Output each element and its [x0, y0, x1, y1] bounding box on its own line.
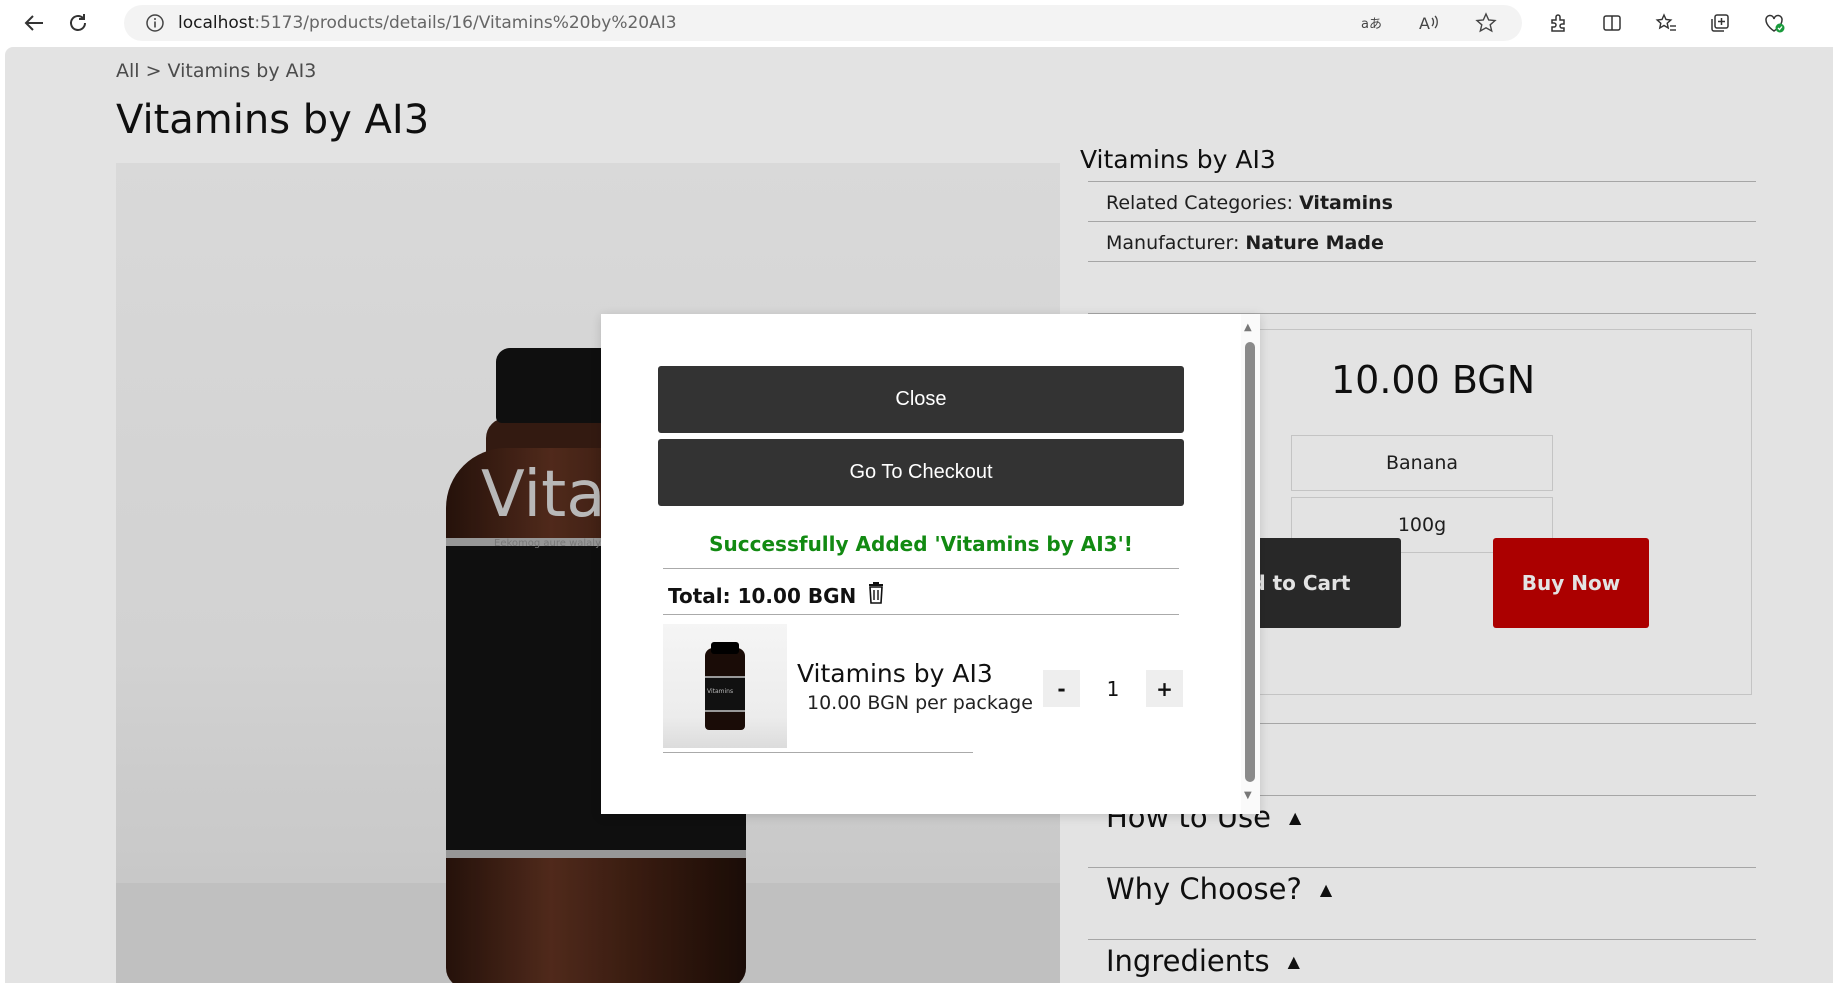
- quantity-increase-button[interactable]: +: [1146, 670, 1183, 707]
- cart-total: Total: 10.00 BGN: [668, 582, 886, 609]
- url-path: :5173/products/details/16/Vitamins%20by%…: [254, 13, 677, 33]
- browser-essentials-icon[interactable]: [1756, 5, 1792, 41]
- thumb-jar-text: Vitamins: [707, 688, 734, 695]
- divider: [663, 614, 1179, 615]
- back-arrow-icon: [24, 15, 43, 31]
- url-host: localhost: [178, 13, 255, 33]
- quantity-value[interactable]: 1: [1080, 670, 1146, 707]
- refresh-icon: [70, 14, 86, 31]
- scrollbar-thumb[interactable]: [1245, 342, 1255, 782]
- thumb-jar-lid: [711, 642, 739, 654]
- favorites-icon[interactable]: [1648, 5, 1684, 41]
- divider: [663, 752, 973, 753]
- collections-icon[interactable]: [1702, 5, 1738, 41]
- favorite-star-icon[interactable]: [1468, 5, 1504, 41]
- go-to-checkout-button[interactable]: Go To Checkout: [658, 439, 1184, 506]
- trash-icon[interactable]: [866, 582, 886, 609]
- quantity-decrease-button[interactable]: -: [1043, 670, 1080, 707]
- success-message: Successfully Added 'Vitamins by AI3'!: [709, 532, 1133, 556]
- extensions-icon[interactable]: [1540, 5, 1576, 41]
- total-label: Total: 10.00 BGN: [668, 583, 857, 608]
- info-icon[interactable]: [144, 12, 166, 34]
- cart-modal: Close Go To Checkout Successfully Added …: [601, 314, 1260, 814]
- svg-text:aあ: aあ: [1361, 17, 1381, 32]
- cart-item-price: 10.00 BGN per package: [807, 692, 1033, 714]
- scroll-up-icon[interactable]: ▲: [1244, 322, 1252, 333]
- address-bar[interactable]: localhost:5173/products/details/16/Vitam…: [124, 5, 1522, 41]
- svg-text:A: A: [1419, 14, 1430, 33]
- close-button[interactable]: Close: [658, 366, 1184, 433]
- split-screen-icon[interactable]: [1594, 5, 1630, 41]
- read-aloud-icon[interactable]: A: [1410, 5, 1446, 41]
- cart-item-thumbnail: Vitamins: [663, 624, 787, 748]
- back-button[interactable]: [12, 1, 56, 45]
- browser-toolbar: localhost:5173/products/details/16/Vitam…: [0, 0, 1833, 46]
- url-text: localhost:5173/products/details/16/Vitam…: [178, 13, 677, 33]
- scroll-down-icon[interactable]: ▼: [1244, 790, 1252, 801]
- thumb-jar: Vitamins: [705, 648, 745, 730]
- divider: [663, 568, 1179, 569]
- page-content: All > Vitamins by AI3 Vitamins by AI3 Vi…: [5, 47, 1833, 983]
- refresh-button[interactable]: [56, 1, 100, 45]
- translate-icon[interactable]: aあ: [1352, 5, 1388, 41]
- cart-item-name: Vitamins by AI3: [797, 659, 993, 688]
